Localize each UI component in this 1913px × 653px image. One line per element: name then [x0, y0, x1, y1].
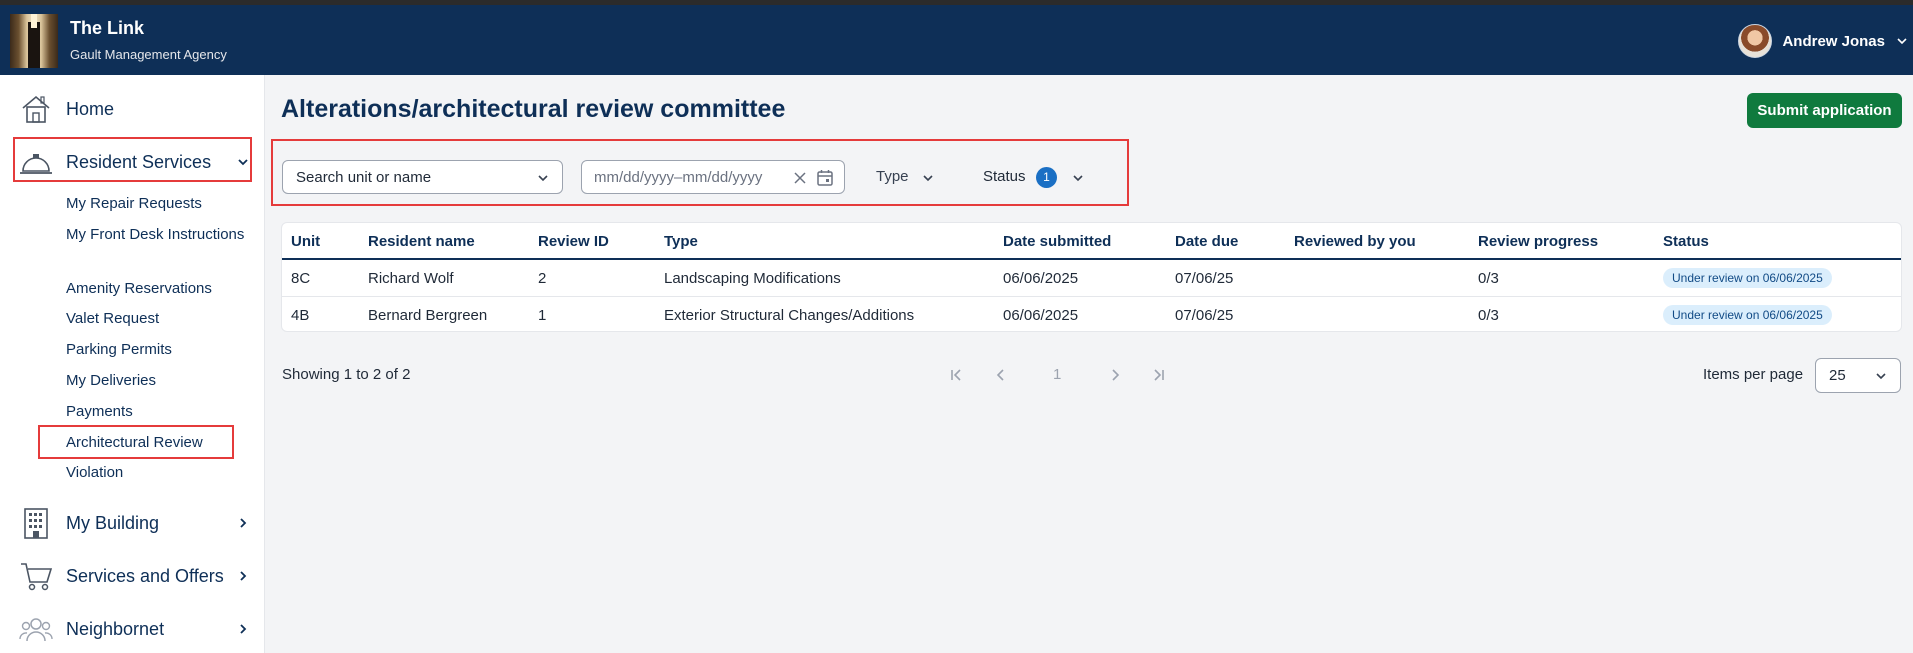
sidebar-subitem-amenity-reservations[interactable]: Amenity Reservations: [66, 278, 246, 300]
items-per-page-value: 25: [1829, 367, 1846, 384]
search-input[interactable]: Search unit or name: [282, 160, 563, 194]
items-per-page-select[interactable]: 25: [1815, 358, 1901, 393]
submit-application-button[interactable]: Submit application: [1747, 93, 1902, 128]
sidebar-item-resident-services[interactable]: Resident Services: [18, 142, 250, 182]
column-header[interactable]: Date due: [1175, 233, 1238, 250]
date-range-input[interactable]: mm/dd/yyyy–mm/dd/yyyy: [581, 160, 845, 194]
items-per-page-label: Items per page: [1703, 366, 1804, 383]
column-header[interactable]: Status: [1663, 233, 1709, 250]
people-icon: [18, 611, 54, 647]
column-header[interactable]: Date submitted: [1003, 233, 1111, 250]
sidebar-subitem-valet-request[interactable]: Valet Request: [66, 308, 246, 330]
sidebar-item-label: Resident Services: [66, 151, 212, 172]
sidebar-item-label: Home: [66, 98, 115, 119]
status-badge: Under review on 06/06/2025: [1663, 268, 1832, 288]
status-count-badge: 1: [1036, 167, 1057, 188]
next-page-icon[interactable]: [1107, 367, 1123, 383]
sidebar-item-label: My Building: [66, 512, 160, 533]
user-menu[interactable]: Andrew Jonas: [1738, 23, 1913, 59]
sidebar-subitem-repair-requests[interactable]: My Repair Requests: [66, 193, 246, 215]
app-logo[interactable]: [10, 14, 58, 68]
sidebar-item-neighbornet[interactable]: Neighbornet: [18, 609, 250, 649]
cell-progress: 0/3: [1478, 307, 1499, 324]
app-title: The Link: [70, 18, 145, 38]
column-header[interactable]: Review ID: [538, 233, 609, 250]
chevron-down-icon: [238, 159, 248, 166]
column-header[interactable]: Type: [664, 233, 698, 250]
cart-icon: [18, 558, 54, 594]
showing-count: Showing 1 to 2 of 2: [282, 366, 411, 383]
cell-type: Landscaping Modifications: [664, 270, 841, 287]
sidebar-subitem-architectural-review[interactable]: Architectural Review: [66, 432, 246, 454]
chevron-down-icon: [1876, 373, 1886, 380]
prev-page-icon[interactable]: [993, 367, 1009, 383]
cell-date-due: 07/06/25: [1175, 270, 1234, 287]
sidebar-item-home[interactable]: Home: [18, 89, 250, 129]
cell-unit: 4B: [291, 307, 310, 324]
chevron-down-icon[interactable]: [1071, 171, 1085, 185]
sidebar: Home Resident Services My Repair Request…: [0, 75, 265, 653]
status-filter[interactable]: Status: [983, 168, 1026, 185]
sidebar-item-label: Services and Offers: [66, 565, 224, 586]
search-placeholder: Search unit or name: [296, 168, 432, 186]
cell-review-id: 2: [538, 270, 547, 287]
calendar-icon[interactable]: [816, 169, 834, 187]
cell-resident: Richard Wolf: [368, 270, 454, 287]
cell-review-id: 1: [538, 307, 547, 324]
page-title: Alterations/architectural review committ…: [281, 95, 786, 123]
app-subtitle: Gault Management Agency: [70, 47, 227, 62]
cell-resident: Bernard Bergreen: [368, 307, 488, 324]
avatar[interactable]: [1738, 24, 1773, 58]
cell-date-due: 07/06/25: [1175, 307, 1234, 324]
user-name: Andrew Jonas: [1782, 32, 1885, 50]
chevron-down-icon: [538, 175, 548, 182]
column-header[interactable]: Resident name: [368, 233, 475, 250]
page-number[interactable]: 1: [1053, 366, 1061, 383]
chevron-down-icon[interactable]: [921, 171, 935, 185]
sidebar-item-my-building[interactable]: My Building: [18, 503, 250, 543]
date-placeholder: mm/dd/yyyy–mm/dd/yyyy: [594, 168, 763, 186]
chevron-right-icon: [240, 624, 247, 634]
sidebar-subitem-payments[interactable]: Payments: [66, 401, 246, 423]
status-badge: Under review on 06/06/2025: [1663, 305, 1832, 325]
sidebar-subitem-deliveries[interactable]: My Deliveries: [66, 370, 246, 392]
sidebar-subitem-violation[interactable]: Violation: [66, 462, 246, 484]
sidebar-subitem-front-desk-instructions[interactable]: My Front Desk Instructions: [66, 224, 246, 246]
type-filter[interactable]: Type: [876, 168, 909, 185]
cell-progress: 0/3: [1478, 270, 1499, 287]
table-row[interactable]: 8C Richard Wolf 2 Landscaping Modificati…: [282, 260, 1901, 297]
building-icon: [18, 505, 54, 541]
sidebar-item-services-offers[interactable]: Services and Offers: [18, 556, 250, 596]
column-header[interactable]: Review progress: [1478, 233, 1598, 250]
first-page-icon[interactable]: [948, 367, 964, 383]
last-page-icon[interactable]: [1151, 367, 1167, 383]
home-icon: [18, 91, 54, 127]
column-header[interactable]: Reviewed by you: [1294, 233, 1416, 250]
cell-date-submitted: 06/06/2025: [1003, 307, 1079, 324]
cell-unit: 8C: [291, 270, 311, 287]
chevron-down-icon[interactable]: [1895, 34, 1909, 48]
chevron-right-icon: [240, 571, 247, 581]
sidebar-subitem-parking-permits[interactable]: Parking Permits: [66, 339, 246, 361]
chevron-right-icon: [240, 518, 247, 528]
cell-date-submitted: 06/06/2025: [1003, 270, 1079, 287]
clear-icon[interactable]: [792, 170, 808, 186]
app-header: The Link Gault Management Agency Andrew …: [0, 5, 1913, 75]
reviews-table: Unit Resident name Review ID Type Date s…: [281, 222, 1902, 332]
sidebar-item-label: Neighbornet: [66, 618, 165, 639]
cell-type: Exterior Structural Changes/Additions: [664, 307, 915, 324]
column-header[interactable]: Unit: [291, 233, 320, 250]
bell-icon: [18, 144, 54, 180]
table-row[interactable]: 4B Bernard Bergreen 1 Exterior Structura…: [282, 297, 1901, 334]
